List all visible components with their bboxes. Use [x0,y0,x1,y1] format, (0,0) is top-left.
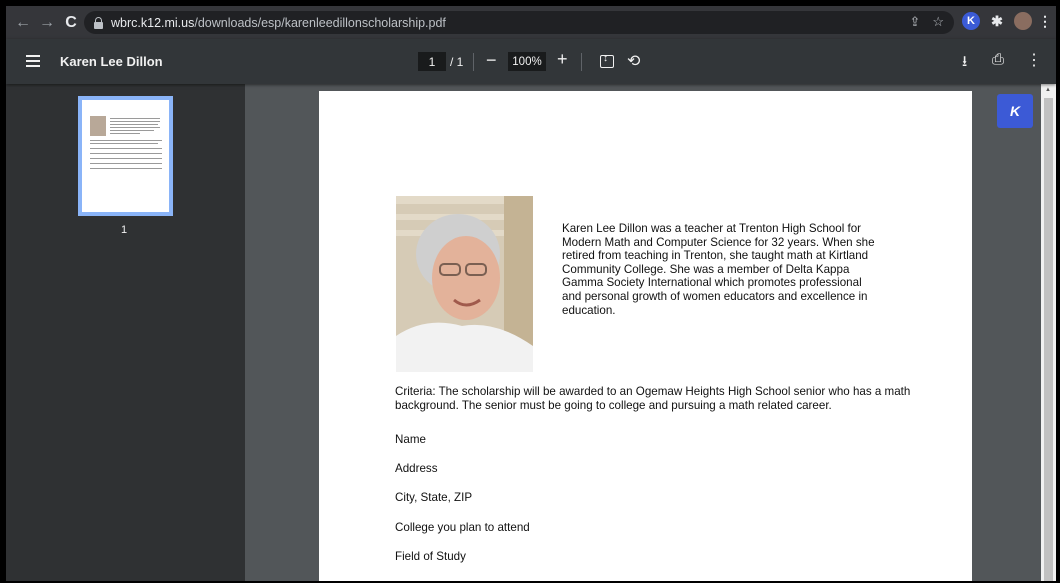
name-label: Name [395,433,426,446]
zoom-in-icon[interactable]: + [557,49,568,70]
hamburger-menu-icon[interactable] [26,55,40,67]
profile-avatar[interactable] [1014,12,1032,30]
field-of-study-label: Field of Study [395,550,466,563]
url-path: /downloads/esp/karenleedillonscholarship… [194,15,446,30]
fit-to-page-icon[interactable] [600,53,614,68]
college-input[interactable] [544,513,890,541]
portrait-photo [396,196,533,372]
vertical-scrollbar[interactable]: ▲ [1041,84,1056,581]
city-state-zip-field-row: City, State, ZIP [395,482,472,510]
scrollbar-thumb[interactable] [1044,98,1053,581]
document-title: Karen Lee Dillon [60,54,163,69]
rotate-icon[interactable]: ⟲ [627,51,640,71]
name-input[interactable] [440,425,890,453]
forward-arrow-icon[interactable]: → [36,12,58,34]
extension-k-icon[interactable]: K [962,12,980,30]
browser-menu-icon[interactable]: ⋮ [1038,12,1052,30]
print-icon[interactable]: ⎙ [992,51,1004,68]
name-field-row: Name [395,424,426,452]
browser-window: ← → C wbrc.k12.mi.us/downloads/esp/karen… [6,6,1056,581]
lock-icon[interactable] [94,16,103,29]
city-state-zip-input[interactable] [484,484,890,512]
scroll-up-arrow-icon[interactable]: ▲ [1045,87,1051,93]
city-state-zip-label: City, State, ZIP [395,491,473,504]
address-input[interactable] [452,455,890,483]
pdf-viewer[interactable]: Karen Lee Dillon was a teacher at Trento… [245,84,1056,581]
criteria-text: Criteria: The scholarship will be awarde… [395,385,911,412]
url-host: wbrc.k12.mi.us [111,15,195,30]
back-arrow-icon[interactable]: ← [12,12,34,34]
reload-icon[interactable]: C [60,12,82,34]
address-label: Address [395,462,438,475]
toolbar-divider [581,53,582,71]
url-text[interactable]: wbrc.k12.mi.us/downloads/esp/karenleedil… [111,16,446,30]
thumbnail-sidebar: 1 [6,84,245,581]
college-field-row: College you plan to attend [395,512,530,540]
zoom-level-input[interactable]: 100% [508,52,546,71]
college-label: College you plan to attend [395,521,530,534]
bookmark-star-icon[interactable]: ☆ [932,14,944,30]
share-icon[interactable]: ⇪ [909,14,920,30]
pdf-toolbar: Karen Lee Dillon 1 / 1 − 100% + ⟲ ⭳ ⎙ ⋮ [6,39,1056,84]
toolbar-divider [473,53,474,71]
more-options-icon[interactable]: ⋮ [1026,50,1042,70]
extensions-puzzle-icon[interactable]: ✱ [988,12,1006,30]
field-of-study-row: Field of Study [395,541,466,569]
download-icon[interactable]: ⭳ [962,51,967,76]
page-thumbnail[interactable] [78,96,173,216]
thumbnail-page-number: 1 [121,224,128,236]
pdf-page: Karen Lee Dillon was a teacher at Trento… [319,91,972,581]
browser-toolbar: ← → C wbrc.k12.mi.us/downloads/esp/karen… [6,6,1056,39]
extension-k-button[interactable]: K [997,94,1033,128]
field-of-study-input[interactable] [485,543,890,571]
biography-text: Karen Lee Dillon was a teacher at Trento… [562,222,875,317]
address-bar[interactable]: wbrc.k12.mi.us/downloads/esp/karenleedil… [84,11,954,34]
zoom-out-icon[interactable]: − [486,50,497,71]
page-total: / 1 [450,55,464,69]
address-field-row: Address [395,453,438,481]
page-number-input[interactable]: 1 [418,52,446,71]
